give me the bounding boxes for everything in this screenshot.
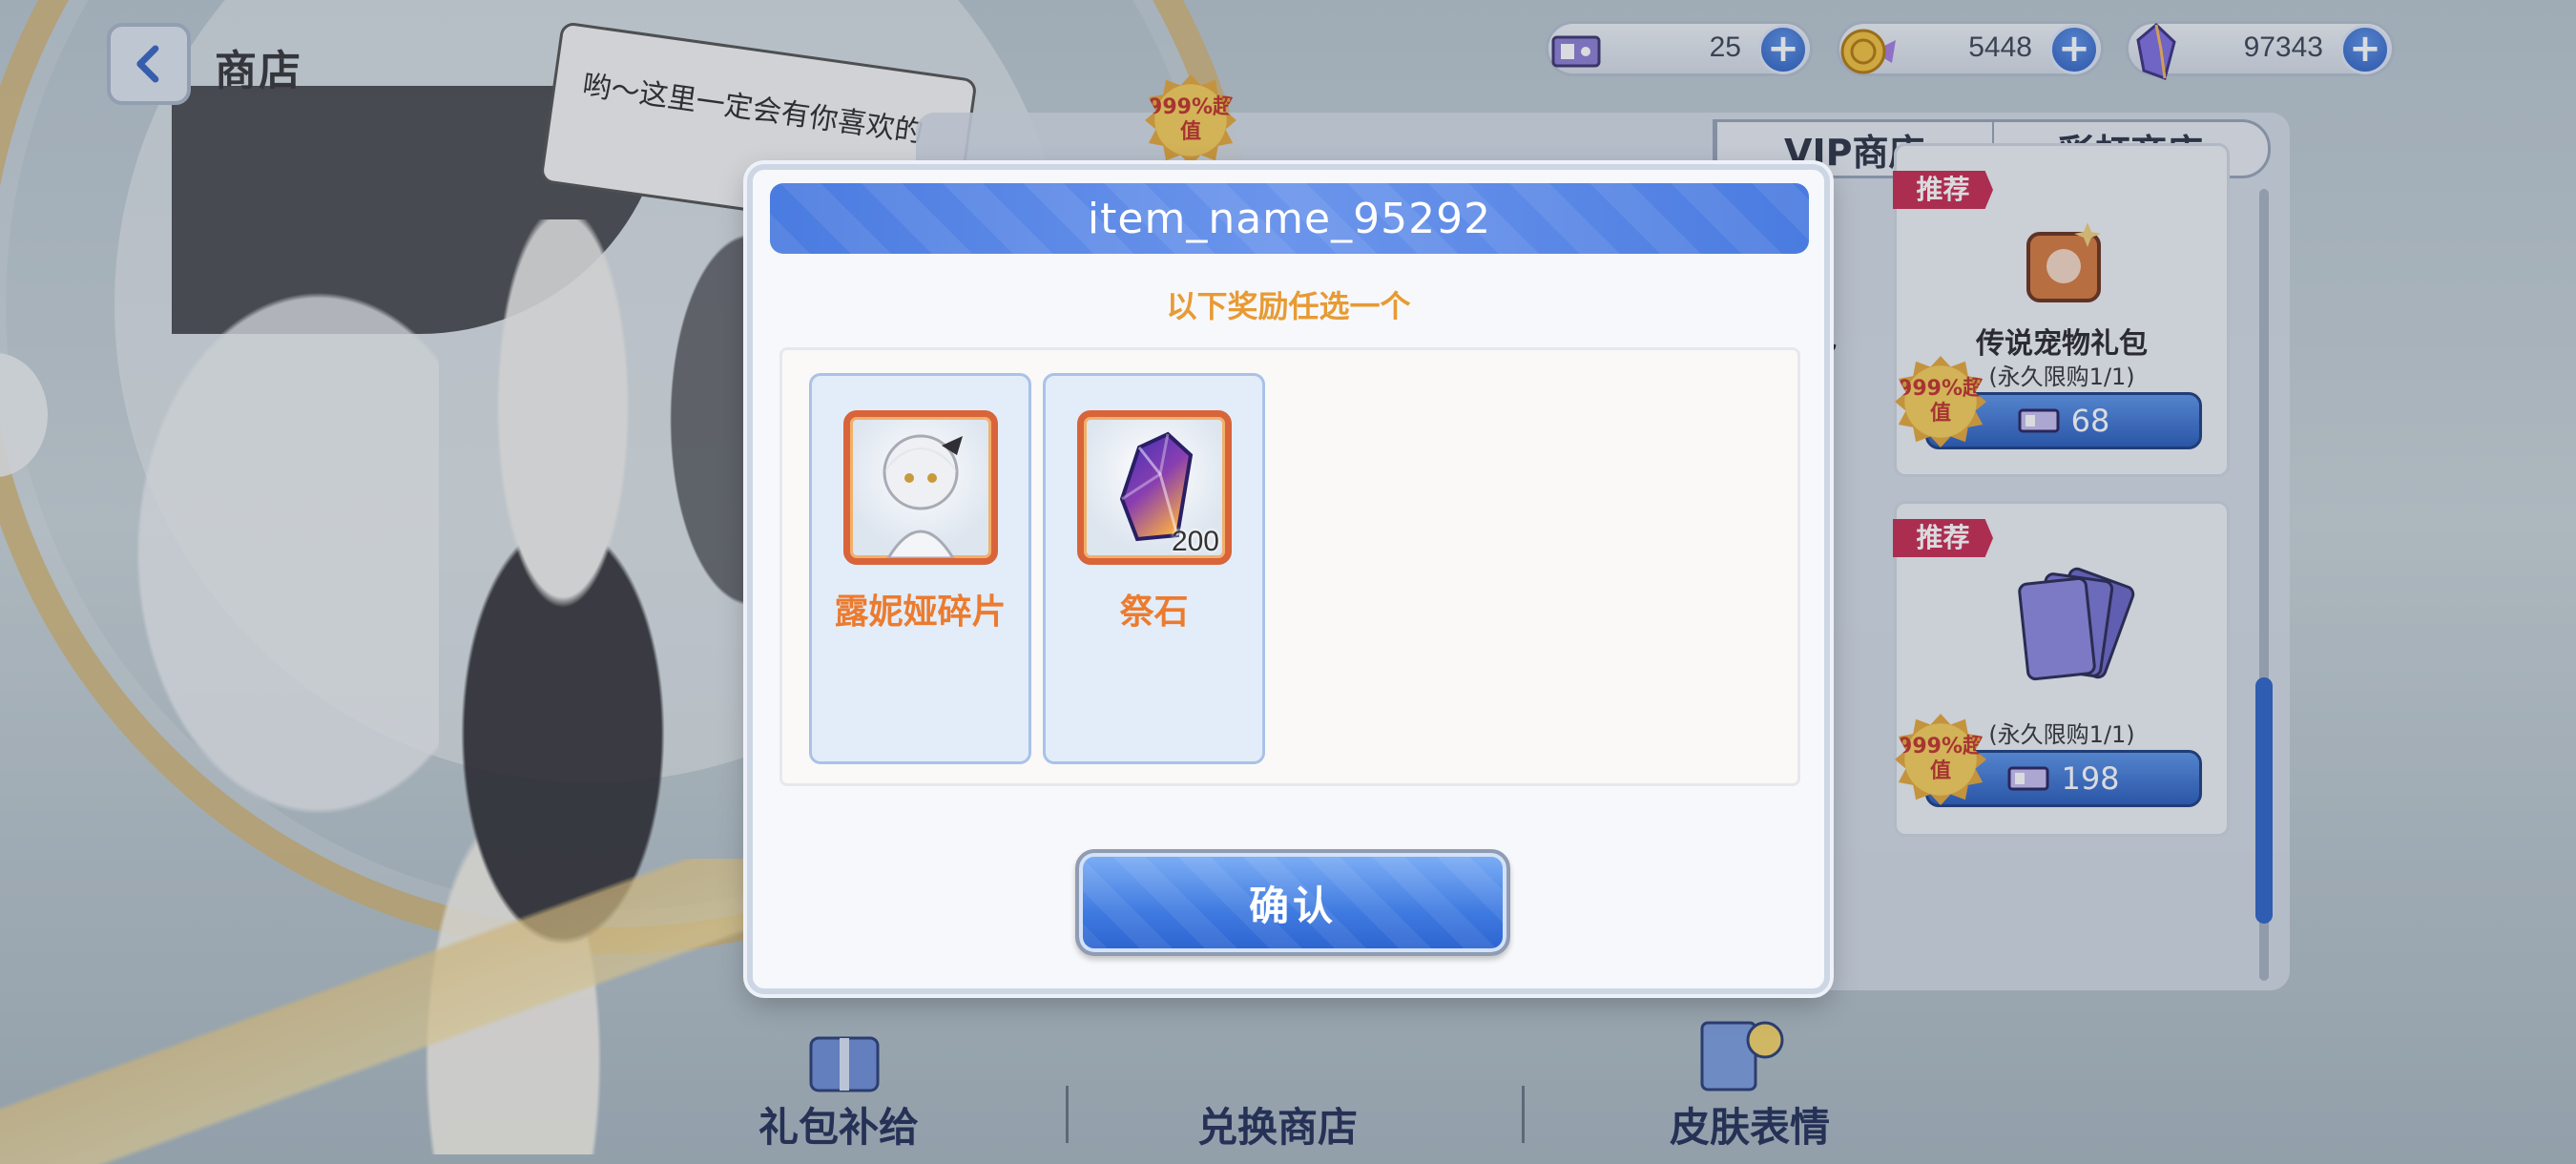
reward-name: 祭石	[1119, 592, 1189, 632]
reward-name: 露妮娅碎片	[834, 592, 1007, 632]
reward-option-luniya-shard[interactable]: 露妮娅碎片	[809, 373, 1031, 764]
dialog-subtitle: 以下奖励任选一个	[1166, 288, 1411, 324]
reward-list: 露妮娅碎片 200 祭石	[779, 347, 1800, 786]
confirm-button[interactable]: 确认	[1075, 849, 1510, 956]
reward-quantity: 200	[1171, 526, 1219, 557]
dialog-title: item_name_95292	[770, 183, 1809, 254]
reward-option-sacrifice-stone[interactable]: 200 祭石	[1043, 373, 1265, 764]
crystal-gem-icon: 200	[1077, 410, 1232, 565]
character-portrait-icon	[843, 410, 998, 565]
reward-choice-dialog: item_name_95292 以下奖励任选一个 露妮娅碎片 200 祭石 确认	[747, 164, 1830, 994]
